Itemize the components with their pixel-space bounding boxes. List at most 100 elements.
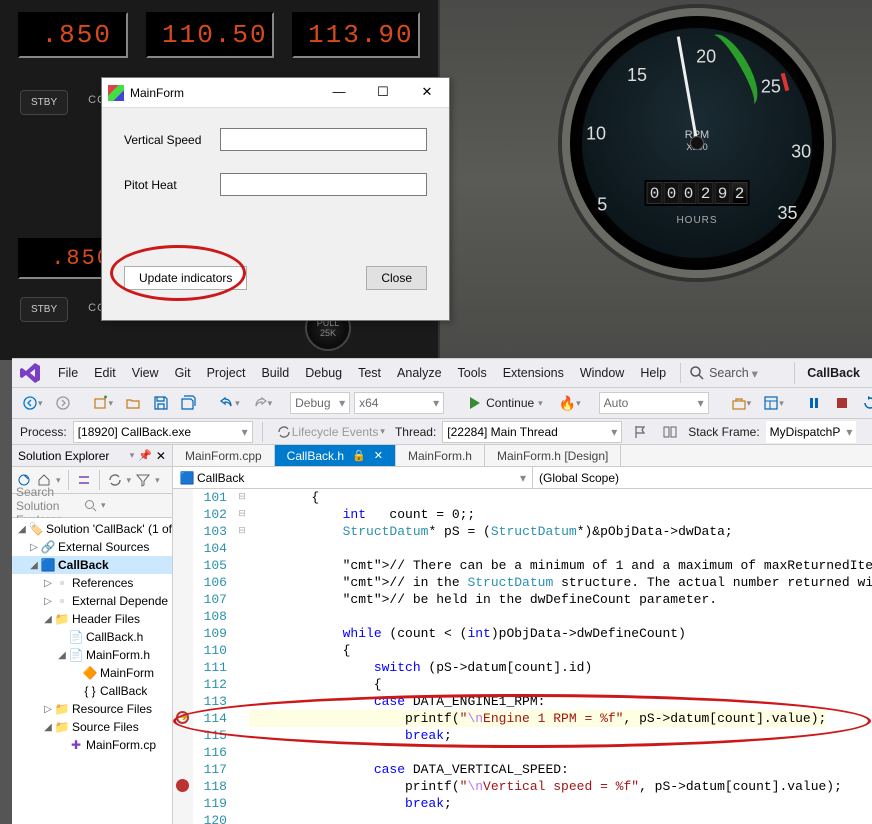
menu-help[interactable]: Help (632, 362, 674, 384)
gauge-green-arc (713, 27, 767, 104)
toolbox-button[interactable]: ▾ (727, 391, 756, 415)
tree-callback-ns[interactable]: { }CallBack (12, 682, 172, 700)
menu-window[interactable]: Window (572, 362, 632, 384)
tree-mainform-h[interactable]: ◢📄MainForm.h (12, 646, 172, 664)
menu-extensions[interactable]: Extensions (495, 362, 572, 384)
hot-reload-button[interactable]: 🔥▾ (555, 391, 585, 415)
maximize-button[interactable]: ☐ (361, 78, 405, 108)
vs-debug-infobar: Process: [18920] CallBack.exe Lifecycle … (12, 419, 872, 445)
solution-explorer: Solution Explorer ▾ 📌 ✕ ▾ ▾ ▾ Search Sol… (12, 445, 173, 824)
close-tab-icon[interactable]: ✕ (374, 449, 383, 462)
nav-back-button[interactable]: ▾ (18, 391, 47, 415)
stackframe-combo[interactable]: MyDispatchP (766, 421, 857, 443)
menu-tools[interactable]: Tools (450, 362, 495, 384)
threads-button[interactable] (658, 420, 682, 444)
flag-button[interactable] (628, 420, 652, 444)
thread-combo[interactable]: [22284] Main Thread (442, 421, 622, 443)
open-button[interactable] (121, 391, 145, 415)
code-text[interactable]: { int count = 0;; StructDatum* pS = (Str… (249, 489, 872, 824)
continue-button[interactable]: Continue ▾ (458, 391, 551, 415)
vs-menu-bar: FileEditViewGitProjectBuildDebugTestAnal… (12, 359, 872, 387)
tree-callback-project[interactable]: ◢🟦CallBack (12, 556, 172, 574)
menu-git[interactable]: Git (167, 362, 199, 384)
vertical-speed-input[interactable] (220, 128, 427, 151)
minimize-button[interactable]: — (317, 78, 361, 108)
menu-file[interactable]: File (50, 362, 86, 384)
dropdown-icon[interactable]: ▾ (130, 450, 135, 461)
filter-icon[interactable] (135, 472, 151, 488)
vs-search[interactable]: Search ▾ (680, 363, 766, 383)
odometer-digit: 2 (698, 182, 714, 204)
pin-icon[interactable]: 📌 (138, 449, 152, 462)
redo-button[interactable]: ▾ (248, 391, 277, 415)
menu-view[interactable]: View (124, 362, 167, 384)
hours-label: HOURS (676, 215, 717, 226)
process-combo[interactable]: [18920] CallBack.exe (73, 421, 253, 443)
tree-resource-files[interactable]: ▷📁Resource Files (12, 700, 172, 718)
tree-mainform-class[interactable]: 🔶MainForm (12, 664, 172, 682)
fire-icon: 🔥 (559, 395, 576, 412)
gauge-tick: 35 (773, 199, 801, 227)
tree-mainform-cpp[interactable]: ✚MainForm.cp (12, 736, 172, 754)
tab-mainform-cpp[interactable]: MainForm.cpp (173, 445, 275, 466)
menu-edit[interactable]: Edit (86, 362, 124, 384)
tab-mainform-h[interactable]: MainForm.h (396, 445, 485, 466)
update-indicators-button[interactable]: Update indicators (124, 266, 247, 290)
new-project-button[interactable]: ▾ (89, 391, 118, 415)
save-button[interactable] (149, 391, 173, 415)
mainform-titlebar[interactable]: MainForm — ☐ ✕ (102, 78, 449, 108)
current-line-marker (176, 711, 189, 724)
sync-icon[interactable] (107, 472, 123, 488)
tree-header-files[interactable]: ◢📁Header Files (12, 610, 172, 628)
window-layout-button[interactable]: ▾ (759, 391, 788, 415)
flag-icon (632, 424, 648, 440)
tab-mainform-design[interactable]: MainForm.h [Design] (485, 445, 621, 466)
save-all-button[interactable] (177, 391, 201, 415)
tree-references[interactable]: ▷▫️References (12, 574, 172, 592)
stop-button[interactable] (830, 391, 854, 415)
lcd-freq-3: 113.90 (292, 12, 420, 58)
stby-button[interactable]: STBY (20, 90, 68, 115)
tab-callback-h[interactable]: CallBack.h🔒✕ (275, 445, 396, 466)
menu-test[interactable]: Test (350, 362, 389, 384)
solution-root[interactable]: ◢🏷️Solution 'CallBack' (1 of (12, 520, 172, 538)
close-button[interactable]: Close (366, 266, 427, 290)
pitot-heat-input[interactable] (220, 173, 427, 196)
undo-button[interactable]: ▾ (215, 391, 244, 415)
lock-icon: 🔒 (352, 449, 366, 462)
editor-tabs: MainForm.cpp CallBack.h🔒✕ MainForm.h Mai… (173, 445, 872, 467)
gauge-tick: 5 (591, 196, 614, 214)
solution-search[interactable]: Search Solution Explorer ▾ (12, 494, 172, 518)
close-window-button[interactable]: ✕ (405, 78, 449, 108)
nav-fwd-button[interactable] (51, 391, 75, 415)
fold-column[interactable]: ⊟⊟⊟ (235, 489, 249, 824)
odometer-digit: 0 (647, 182, 663, 204)
code-editor: MainForm.cpp CallBack.h🔒✕ MainForm.h Mai… (173, 445, 872, 824)
stby-button-2[interactable]: STBY (20, 297, 68, 322)
tree-external-sources[interactable]: ▷🔗External Sources (12, 538, 172, 556)
tree-source-files[interactable]: ◢📁Source Files (12, 718, 172, 736)
config-combo[interactable]: Debug (290, 392, 350, 414)
odometer-digit: 9 (715, 182, 731, 204)
menu-analyze[interactable]: Analyze (389, 362, 449, 384)
tree-callback-h[interactable]: 📄CallBack.h (12, 628, 172, 646)
code-area[interactable]: 1011021031041051061071081091101111121131… (173, 489, 872, 824)
menu-debug[interactable]: Debug (297, 362, 350, 384)
menu-build[interactable]: Build (253, 362, 297, 384)
close-panel-button[interactable]: ✕ (156, 449, 166, 463)
gauge-hub (690, 136, 704, 150)
restart-button[interactable] (858, 391, 872, 415)
odometer-digit: 0 (664, 182, 680, 204)
search-icon (689, 365, 705, 381)
process-label: Process: (20, 425, 67, 439)
platform-combo[interactable]: x64 (354, 392, 444, 414)
auto-combo[interactable]: Auto (599, 392, 709, 414)
lifecycle-button[interactable]: Lifecycle Events▾ (272, 420, 389, 444)
breakpoint-marker[interactable] (176, 779, 189, 792)
scope-combo[interactable]: 🟦CallBack (173, 467, 533, 488)
member-combo[interactable]: (Global Scope) (533, 467, 872, 488)
pause-button[interactable] (802, 391, 826, 415)
menu-project[interactable]: Project (199, 362, 254, 384)
tree-external-deps[interactable]: ▷▫️External Depende (12, 592, 172, 610)
breakpoint-margin[interactable] (173, 489, 193, 824)
